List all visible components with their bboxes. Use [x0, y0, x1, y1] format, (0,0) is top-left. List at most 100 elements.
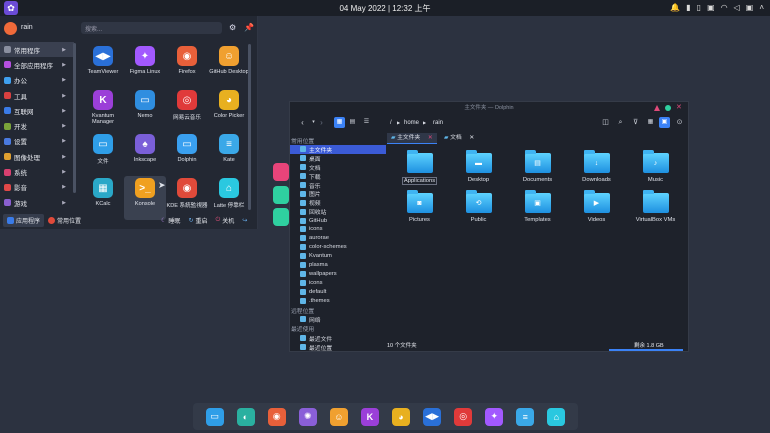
github-icon[interactable]: ☺ [329, 407, 348, 426]
folder-item[interactable]: ▤ Documents [508, 150, 567, 190]
details-view-button[interactable]: ☰ [361, 117, 372, 128]
place-item[interactable]: wallpapers [290, 269, 386, 278]
place-item[interactable]: icons [290, 278, 386, 287]
place-item[interactable]: icons [290, 225, 386, 234]
search-input[interactable]: 搜索... [81, 22, 222, 34]
desktop-widget[interactable] [273, 208, 289, 226]
folder-item[interactable]: ▬ Desktop [449, 150, 508, 190]
category-scrollbar[interactable] [73, 43, 76, 193]
place-item[interactable]: 音乐 [290, 181, 386, 190]
app-tile[interactable]: ▭ Dolphin [166, 132, 208, 176]
place-item[interactable]: 视频 [290, 198, 386, 207]
minimize-icon[interactable] [654, 105, 660, 111]
edge-icon[interactable]: ◐ [236, 407, 255, 426]
app-tile[interactable]: ▭ 文件 [82, 132, 124, 176]
filter-icon[interactable]: ⊽ [630, 117, 641, 128]
app-tile[interactable]: K Kvantum Manager [82, 88, 124, 132]
notification-bell-icon[interactable]: 🔔 [670, 3, 680, 12]
place-item[interactable]: .themes [290, 296, 386, 305]
category-item[interactable]: 工具 ▶ [0, 88, 74, 103]
category-item[interactable]: 图像处理 ▶ [0, 149, 74, 164]
folder-item[interactable]: ▶ Videos [567, 190, 626, 230]
battery-icon[interactable]: ▯ [697, 3, 701, 12]
category-item[interactable]: 常用程序 ▶ [0, 42, 74, 58]
teamviewer-icon[interactable]: ◀▶ [423, 407, 442, 426]
desktop-widget[interactable] [273, 186, 289, 204]
folder-item[interactable]: ♪ Music [626, 150, 685, 190]
clock[interactable]: 04 May 2022 | 12:32 上午 [0, 3, 770, 14]
place-item[interactable]: 回收站 [290, 207, 386, 216]
close-tab-icon[interactable]: ✕ [428, 135, 433, 141]
breadcrumb-rain[interactable]: rain [433, 117, 443, 129]
restart-button[interactable]: ↻ 重启 [184, 214, 211, 227]
place-item[interactable]: Kvantum [290, 252, 386, 261]
menu-icon[interactable]: ⊙ [674, 117, 685, 128]
breadcrumb-home[interactable]: home [404, 117, 419, 129]
place-item[interactable]: 文档 [290, 163, 386, 172]
app-tile[interactable]: ♠ Inkscape [124, 132, 166, 176]
preview-icon[interactable]: ▣ [659, 117, 670, 128]
app-tile[interactable]: ≡ Kate [208, 132, 250, 176]
folder-item[interactable]: ⟲ Public [449, 190, 508, 230]
place-item[interactable]: 网络 [290, 315, 386, 324]
category-item[interactable]: 设置 ▶ [0, 134, 74, 149]
desktop-widget[interactable] [273, 163, 289, 181]
puzzle-icon[interactable]: ✺ [298, 407, 317, 426]
app-tile[interactable]: ◉ Firefox [166, 44, 208, 88]
category-item[interactable]: 系统 ▶ [0, 164, 74, 179]
place-item[interactable]: 桌面 [290, 154, 386, 163]
folder-item[interactable]: ↓ Downloads [567, 150, 626, 190]
place-item[interactable]: GitHub [290, 216, 386, 225]
tab-home[interactable]: ▰ 主文件夹 ✕ [387, 133, 437, 144]
colorpicker-icon[interactable]: ◕ [392, 407, 410, 426]
latte-icon[interactable]: ⌂ [547, 407, 566, 426]
places-tab[interactable]: 常用位置 [44, 214, 85, 227]
search-icon[interactable]: ⌕ [615, 117, 626, 128]
folder-item[interactable]: ◙ Pictures [390, 190, 449, 230]
files-icon[interactable]: ▭ [205, 407, 224, 426]
clipboard-icon[interactable]: ▮ [686, 3, 690, 12]
avatar[interactable] [4, 22, 17, 35]
kate-icon[interactable]: ≡ [516, 407, 535, 426]
applications-tab[interactable]: 应用程序 [3, 214, 45, 227]
maximize-icon[interactable] [665, 105, 671, 111]
category-item[interactable]: 影音 ▶ [0, 180, 74, 195]
category-item[interactable]: 办公 ▶ [0, 73, 74, 88]
category-item[interactable]: 互联网 ▶ [0, 103, 74, 118]
place-item[interactable]: color-schemes [290, 243, 386, 252]
sleep-button[interactable]: ☾ 睡眠 [157, 214, 184, 227]
place-item[interactable]: 下载 [290, 172, 386, 181]
firefox-icon[interactable]: ◉ [267, 407, 286, 426]
place-item[interactable]: default [290, 287, 386, 296]
grid-icon[interactable]: ▦ [645, 117, 656, 128]
app-tile[interactable]: ◎ 网易云音乐 [166, 88, 208, 132]
category-item[interactable]: 全部应用程序 ▶ [0, 57, 74, 72]
figma-icon[interactable]: ✦ [485, 407, 504, 426]
split-view-icon[interactable]: ◫ [600, 117, 611, 128]
app-grid-scrollbar[interactable] [248, 44, 251, 210]
back-icon[interactable]: ‹ [297, 117, 308, 128]
place-item[interactable]: aurorae [290, 234, 386, 243]
folder-item[interactable]: ▣ Templates [508, 190, 567, 230]
app-tile[interactable]: ✦ Figma Linux [124, 44, 166, 88]
place-item[interactable]: 最近位置 [290, 343, 386, 352]
folder-item[interactable]: VirtualBox VMs [626, 190, 685, 230]
icon-view-button[interactable]: ▦ [334, 117, 345, 128]
updates-icon[interactable]: ▣ [746, 3, 754, 12]
app-tile[interactable]: ◕ Color Picker [208, 88, 250, 132]
place-item[interactable]: 主文件夹 [290, 145, 386, 154]
breadcrumb-root[interactable]: / [390, 117, 392, 129]
network-icon[interactable]: ◠ [721, 3, 728, 12]
place-item[interactable]: 图片 [290, 189, 386, 198]
compact-view-button[interactable]: ▤ [347, 117, 358, 128]
app-tile[interactable]: ◀▶ TeamViewer [82, 44, 124, 88]
place-item[interactable]: plasma [290, 261, 386, 270]
forward-icon[interactable]: › [316, 117, 327, 128]
pin-icon[interactable]: 📌 [244, 23, 254, 32]
shutdown-button[interactable]: ⏻ 关机 [211, 214, 238, 227]
close-tab-icon[interactable]: ✕ [469, 135, 474, 141]
settings-icon[interactable]: ⚙ [229, 23, 236, 32]
category-item[interactable]: 开发 ▶ [0, 118, 74, 133]
close-icon[interactable]: ✕ [676, 104, 683, 111]
place-item[interactable]: 最近文件 [290, 334, 386, 343]
